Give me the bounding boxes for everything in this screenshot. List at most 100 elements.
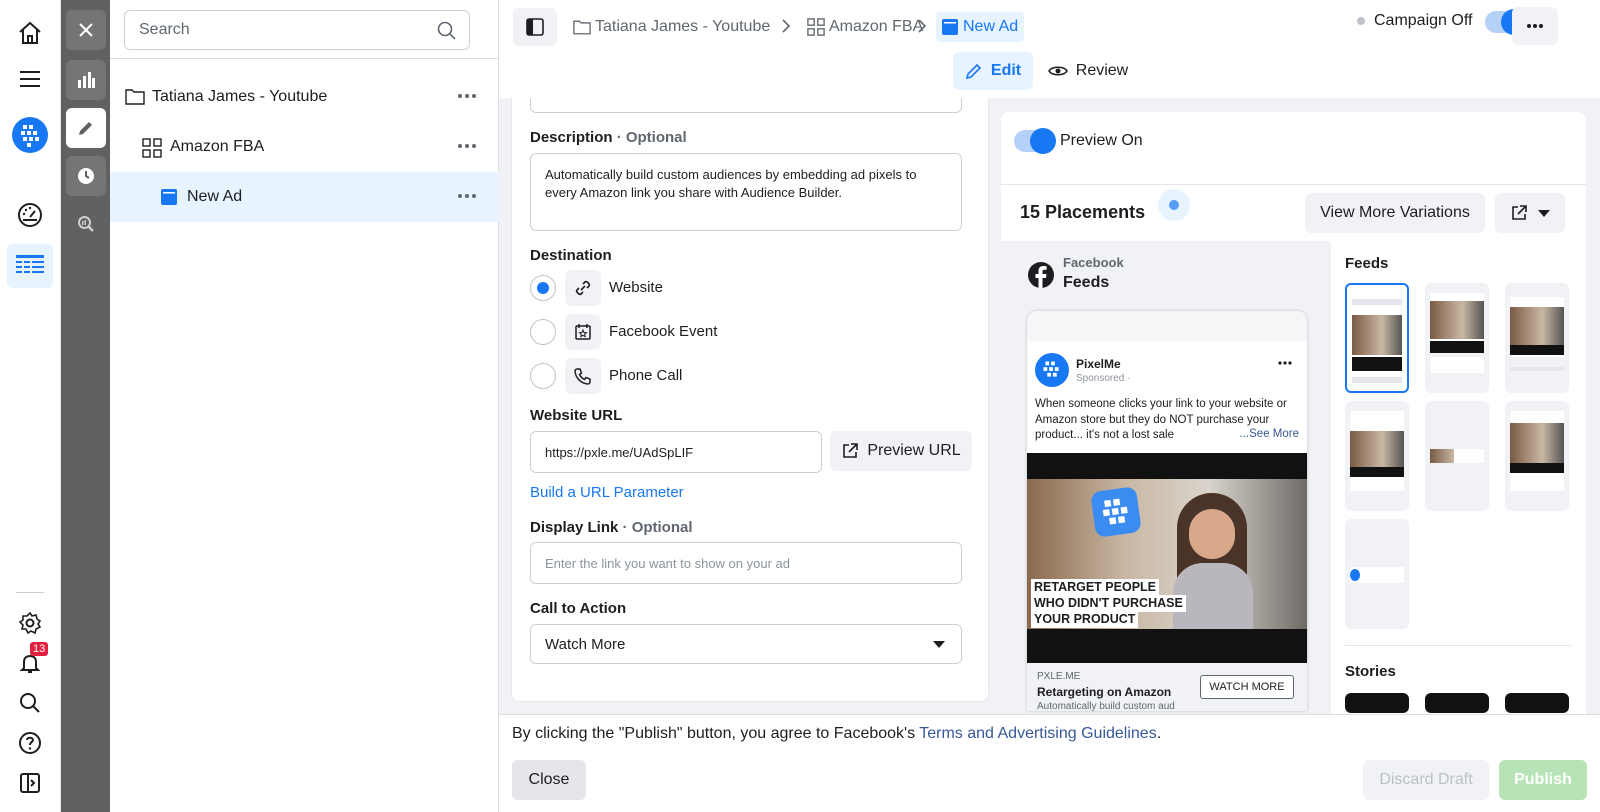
ads-manager-table-icon[interactable] — [7, 244, 53, 288]
media-pixelme-cube-icon — [1090, 486, 1142, 538]
view-more-variations-button[interactable]: View More Variations — [1305, 193, 1485, 233]
more-options-icon[interactable] — [457, 186, 477, 206]
feed-preview-area: Facebook Feeds PixelMe Sponsored · When … — [1001, 241, 1331, 721]
description-label: Description · Optional — [530, 129, 687, 146]
headline-input-partial[interactable] — [530, 98, 962, 113]
thumb-audience-network[interactable] — [1505, 283, 1569, 393]
close-button[interactable]: Close — [512, 760, 586, 800]
button-label: Preview URL — [867, 442, 961, 459]
more-actions-button[interactable] — [1512, 7, 1558, 45]
phone-mock-post: PixelMe Sponsored · When someone clicks … — [1027, 311, 1307, 711]
website-url-label: Website URL — [530, 407, 623, 424]
tree-item-ad-selected[interactable]: New Ad — [110, 172, 499, 222]
preview-toggle[interactable] — [1014, 128, 1056, 154]
thumb-marketplace[interactable] — [1345, 401, 1409, 511]
help-icon[interactable] — [11, 724, 49, 762]
eye-icon — [1047, 64, 1068, 78]
preview-toggle-label: Preview On — [1060, 132, 1143, 149]
notifications-bell-icon[interactable]: 13 — [11, 642, 49, 682]
sidebar-toggle-button[interactable] — [513, 8, 557, 46]
placement-thumbnails: Feeds Stories — [1331, 241, 1586, 721]
thumb-video-feeds[interactable] — [1505, 401, 1569, 511]
ad-icon — [161, 189, 177, 205]
more-options-icon[interactable] — [457, 86, 477, 106]
thumb-facebook-feed[interactable] — [1345, 283, 1409, 393]
search-input[interactable]: Search — [124, 10, 470, 50]
panel-toggle-icon[interactable] — [11, 764, 49, 802]
post-see-more[interactable]: ...See More — [1235, 428, 1299, 440]
breadcrumb-label: Tatiana James - Youtube — [595, 18, 771, 35]
thumbnails-divider — [1345, 645, 1571, 646]
description-textarea[interactable]: Automatically build custom audiences by … — [530, 153, 962, 231]
calendar-star-icon — [565, 314, 601, 350]
breadcrumb-campaign[interactable]: Tatiana James - Youtube — [573, 12, 770, 42]
tree-item-campaign[interactable]: Tatiana James - Youtube — [110, 72, 499, 122]
menu-icon[interactable] — [11, 60, 49, 98]
tab-review[interactable]: Review — [1043, 52, 1133, 90]
thumb-right-column[interactable] — [1425, 401, 1489, 511]
preview-url-button[interactable]: Preview URL — [830, 431, 972, 471]
post-link-card[interactable]: PXLE.ME Retargeting on Amazon Automatica… — [1027, 663, 1307, 711]
media-overlay-line-2: WHO DIDN'T PURCHASE — [1031, 595, 1186, 612]
tab-label: Edit — [990, 62, 1022, 79]
discard-draft-button[interactable]: Discard Draft — [1363, 760, 1489, 800]
terms-link[interactable]: Terms and Advertising Guidelines — [919, 725, 1156, 742]
thumb-story-1[interactable] — [1345, 693, 1409, 713]
post-sponsored: Sponsored · — [1076, 373, 1131, 384]
breadcrumb-ad-current[interactable]: New Ad — [936, 12, 1025, 42]
phone-icon — [565, 358, 601, 394]
display-link-input[interactable]: Enter the link you want to show on your … — [530, 542, 962, 584]
tab-edit[interactable]: Edit — [953, 52, 1033, 90]
search-icon[interactable] — [11, 684, 49, 722]
thumb-search-results[interactable] — [1345, 519, 1409, 629]
chevron-right-icon — [781, 18, 791, 34]
close-editor-icon[interactable] — [66, 10, 106, 50]
ad-form-card: Description · Optional Automatically bui… — [511, 98, 989, 702]
more-options-icon[interactable] — [457, 136, 477, 156]
breadcrumb-adset[interactable]: Amazon FBA — [807, 12, 923, 42]
loading-indicator — [1158, 189, 1190, 221]
rail-divider — [16, 592, 44, 593]
destination-phone-radio[interactable] — [530, 363, 556, 389]
link-description: Automatically build custom aud — [1037, 701, 1175, 711]
share-preview-button[interactable] — [1495, 193, 1565, 233]
phone-status-bar — [1027, 311, 1307, 341]
facebook-logo-icon — [1028, 262, 1054, 288]
media-overlay-line-3: YOUR PRODUCT — [1031, 611, 1139, 628]
folder-icon — [125, 88, 145, 105]
placements-panel: 15 Placements View More Variations Faceb… — [1001, 184, 1586, 721]
inspect-search-icon[interactable] — [66, 204, 106, 244]
thumb-instagram-feed[interactable] — [1425, 283, 1489, 393]
edit-pencil-icon[interactable] — [66, 108, 106, 148]
call-to-action-select[interactable]: Watch More — [530, 624, 962, 664]
publish-button[interactable]: Publish — [1499, 760, 1587, 800]
thumb-story-3[interactable] — [1505, 693, 1569, 713]
history-clock-icon[interactable] — [66, 156, 106, 196]
website-url-input[interactable]: https://pxle.me/UAdSpLIF — [530, 431, 822, 473]
publish-footer: By clicking the "Publish" button, you ag… — [499, 714, 1600, 812]
build-url-parameter-link[interactable]: Build a URL Parameter — [530, 484, 684, 501]
thumb-story-2[interactable] — [1425, 693, 1489, 713]
destination-phone-label: Phone Call — [609, 367, 683, 384]
search-placeholder: Search — [139, 21, 190, 38]
post-cta-button[interactable]: WATCH MORE — [1200, 675, 1294, 699]
pixelme-logo-icon[interactable] — [11, 116, 49, 154]
tree-item-adset[interactable]: Amazon FBA — [110, 122, 499, 172]
tree-item-label: New Ad — [187, 188, 243, 205]
home-icon[interactable] — [11, 14, 49, 52]
destination-website-radio[interactable] — [530, 275, 556, 301]
preview-platform: Facebook — [1063, 255, 1124, 270]
breadcrumb-label: New Ad — [963, 18, 1019, 35]
more-horizontal-icon — [1527, 24, 1543, 28]
editor-top-bar: Tatiana James - Youtube Amazon FBA New A… — [499, 0, 1600, 98]
tree-divider — [110, 58, 499, 59]
search-magnifier-icon — [437, 21, 457, 41]
post-more-icon[interactable] — [1278, 361, 1292, 365]
settings-gear-icon[interactable] — [11, 604, 49, 642]
destination-event-radio[interactable] — [530, 319, 556, 345]
analytics-chart-icon[interactable] — [66, 60, 106, 100]
tool-strip — [61, 0, 110, 812]
link-headline: Retargeting on Amazon — [1037, 685, 1172, 699]
caret-down-icon — [933, 641, 945, 648]
dashboard-gauge-icon[interactable] — [11, 196, 49, 234]
